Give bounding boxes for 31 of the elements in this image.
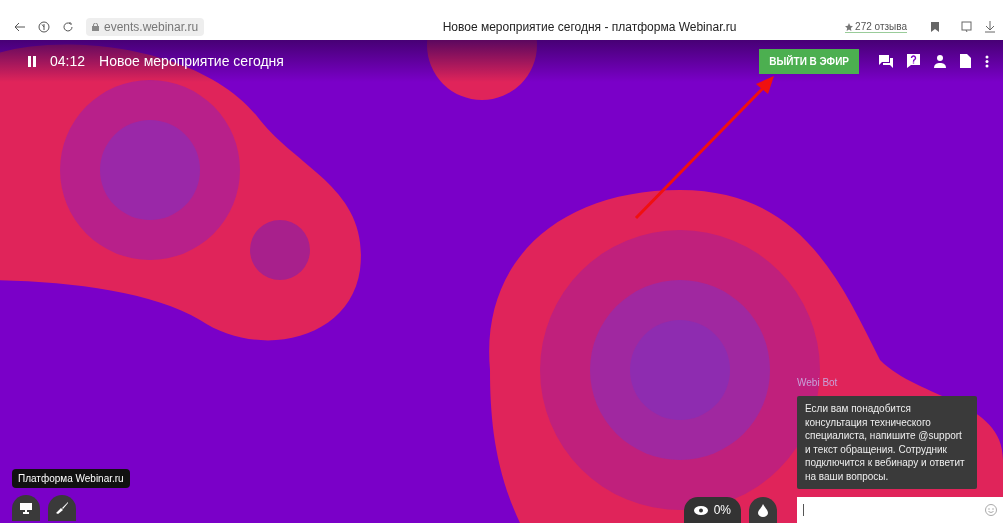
address-field[interactable]: events.webinar.ru — [86, 18, 205, 36]
message-input[interactable] — [797, 497, 1003, 523]
download-icon[interactable] — [985, 21, 995, 33]
chat-icon[interactable] — [879, 54, 893, 68]
chat-message: Если вам понадобится консультация технического специалиста, напишите @support и текст обращения. Сотрудник подключится к вебинару и ответит на ваши вопросы. — [797, 396, 977, 489]
eye-icon — [693, 505, 708, 515]
viewers-percent: 0% — [713, 503, 731, 517]
go-live-button[interactable]: ВЫЙТИ В ЭФИР — [759, 48, 859, 74]
tooltip: Платформа Webinar.ru — [12, 469, 130, 488]
fire-button[interactable] — [749, 497, 777, 523]
question-icon[interactable] — [907, 54, 920, 68]
back-icon[interactable] — [14, 22, 26, 32]
pause-icon[interactable] — [28, 55, 36, 67]
bookmark-icon[interactable] — [931, 22, 939, 32]
reload-icon[interactable] — [62, 21, 74, 33]
sender-name: Webi Bot — [797, 377, 839, 388]
monitor-icon — [20, 502, 32, 514]
timer: 04:12 — [50, 53, 86, 69]
blob-ring — [250, 220, 310, 280]
event-title: Новое мероприятие сегодня — [99, 53, 285, 69]
lock-icon — [92, 23, 99, 31]
reviews-link[interactable]: 272 отзыва — [845, 21, 907, 33]
person-icon[interactable] — [934, 54, 946, 68]
extension-icon[interactable] — [961, 21, 973, 33]
page-title: Новое мероприятие сегодня - платформа Webinar.ru — [441, 20, 738, 34]
more-icon[interactable] — [985, 54, 989, 68]
brush-button[interactable] — [48, 495, 76, 521]
document-icon[interactable] — [960, 54, 971, 68]
star-icon — [845, 22, 854, 31]
brush-icon — [56, 502, 68, 514]
screen-button[interactable] — [12, 495, 40, 521]
